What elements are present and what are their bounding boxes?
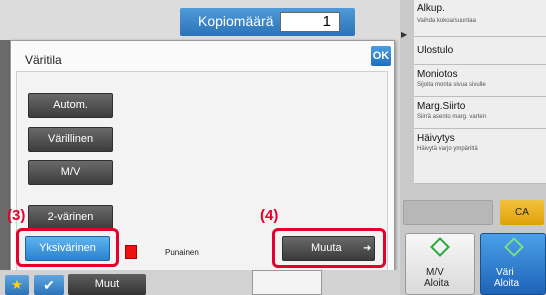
menu-item-subtitle: Sijoita monta sivua sivulle [417, 82, 486, 88]
step-4-label: (4) [260, 207, 279, 224]
copies-field[interactable]: Kopiomäärä 1 [180, 8, 355, 36]
color-swatch [125, 245, 137, 259]
star-icon[interactable]: ★ [5, 275, 29, 295]
menu-item-subtitle: Häivytä varjo ympäriltä [417, 146, 478, 152]
left-strip [0, 40, 10, 270]
top-bar: Kopiomäärä 1 [0, 0, 400, 40]
arrow-right-icon: ➜ [363, 243, 372, 254]
change-button[interactable]: Muuta [282, 236, 375, 261]
copies-input[interactable]: 1 [280, 12, 340, 32]
copier-screen: Kopiomäärä 1 Väritila OK Autom. Värillin… [0, 0, 546, 295]
check-icon[interactable]: ✔ [34, 275, 64, 295]
menu-item-subtitle: Vaihda kokoa/suuntaa [417, 18, 476, 24]
menu-item-title: Marg.Siirto [417, 101, 466, 112]
menu-item-multishot[interactable]: Moniotos Sijoita monta sivua sivulle [414, 65, 546, 97]
others-button[interactable]: Muut [68, 274, 146, 295]
step-3-label: (3) [7, 207, 26, 224]
mini-preview [252, 270, 322, 295]
change-button-label: Muuta [311, 242, 342, 254]
auto-mode-button[interactable]: Autom. [28, 93, 113, 118]
two-color-button[interactable]: 2-värinen [28, 205, 113, 230]
menu-item-title: Moniotos [417, 69, 458, 80]
ok-button[interactable]: OK [371, 46, 391, 66]
menu-item-title: Alkup. [417, 3, 445, 14]
color-name: Punainen [165, 248, 199, 257]
menu-item-title: Häivytys [417, 133, 455, 144]
start-color-action: Aloita [494, 278, 520, 289]
menu-item-title: Ulostulo [417, 45, 454, 56]
single-color-button[interactable]: Yksivärinen [25, 236, 110, 261]
menu-item-output[interactable]: Ulostulo [414, 37, 546, 65]
menu-item-original[interactable]: Alkup. Vaihda kokoa/suuntaa [414, 0, 546, 37]
full-color-button[interactable]: Värillinen [28, 127, 113, 152]
menu-item-margin-shift[interactable]: Marg.Siirto Siirrä asento marg. varten [414, 97, 546, 129]
start-bw-action: Aloita [424, 278, 450, 289]
menu-item-subtitle: Siirrä asento marg. varten [417, 114, 487, 120]
clear-all-button[interactable]: CA [500, 200, 544, 225]
preview-button-disabled [403, 200, 493, 225]
dialog-title: Väritila [25, 53, 62, 67]
copies-label: Kopiomäärä [198, 13, 274, 29]
menu-item-erase[interactable]: Häivytys Häivytä varjo ympäriltä [414, 129, 546, 184]
expand-arrow-icon[interactable]: ▶ [401, 30, 407, 39]
start-color-mode: Väri [496, 267, 514, 278]
start-bw-mode: M/V [426, 267, 444, 278]
black-white-button[interactable]: M/V [28, 160, 113, 185]
